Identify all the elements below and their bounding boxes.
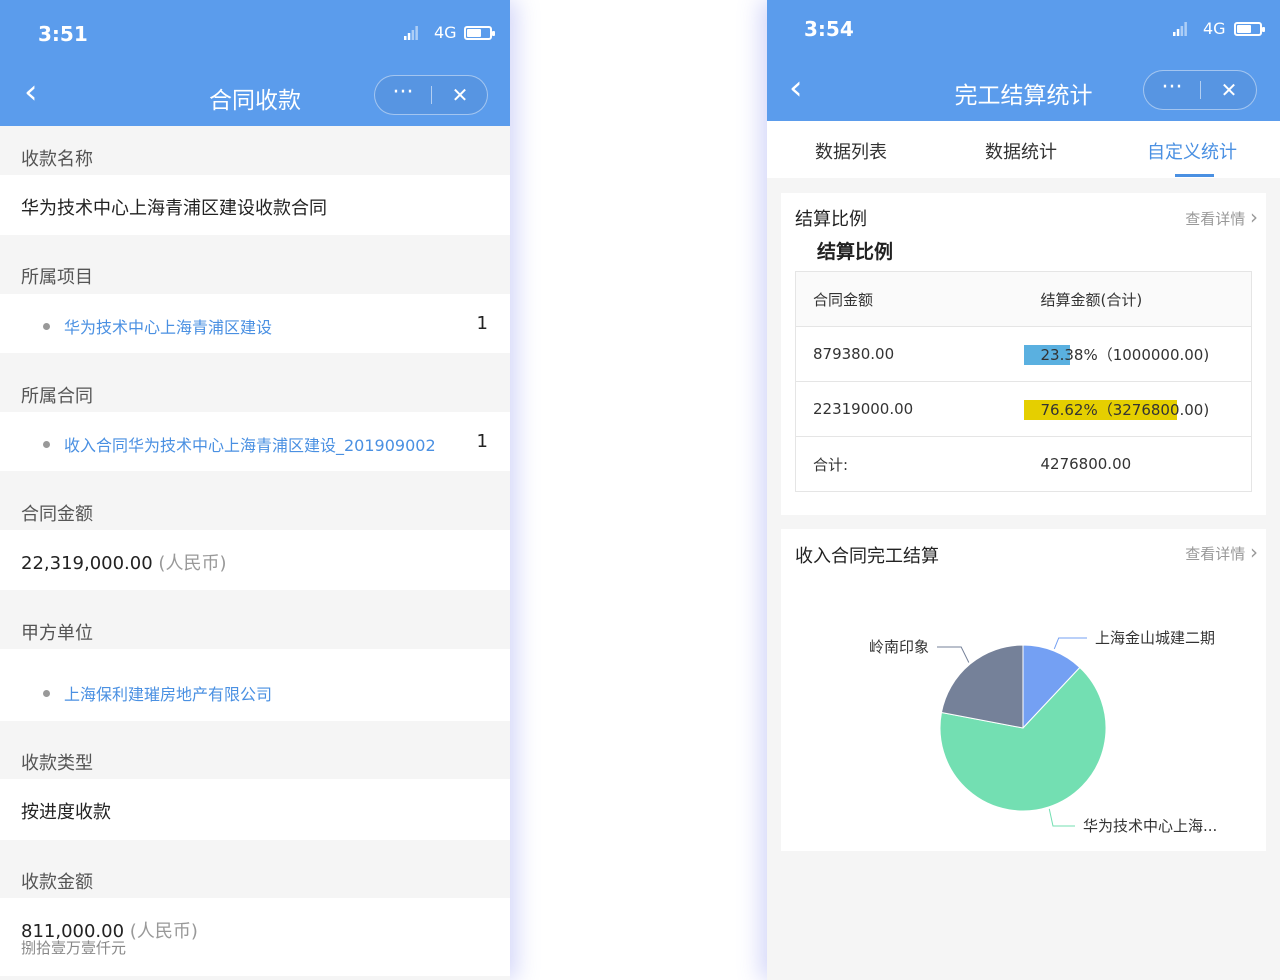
network-type: 4G — [434, 23, 457, 42]
contract-amount-value: 22,319,000.00 (人民币) — [21, 549, 226, 575]
field-label-project: 所属项目 — [21, 267, 93, 288]
total-label: 合计: — [795, 436, 1024, 492]
mini-program-capsule: ··· ✕ — [1143, 70, 1257, 110]
status-bar: 3:51 4G — [0, 0, 510, 64]
table-heading: 结算比例 — [817, 241, 894, 263]
field-label-contract: 所属合同 — [21, 386, 93, 407]
contract-amount-number: 22,319,000.00 — [21, 553, 153, 574]
contract-link-text: 收入合同华为技术中心上海青浦区建设_201909002 — [64, 436, 436, 455]
cell-settlement-ratio: 23.38%（1000000.00) — [1023, 326, 1252, 382]
pie-leader-line — [1048, 808, 1075, 827]
bullet-dot — [43, 323, 50, 330]
pie-label: 岭南印象 — [869, 638, 929, 656]
status-time: 3:51 — [38, 22, 88, 46]
income-contract-settlement-card: 收入合同完工结算 查看详情 › 上海金山城建二期 华为技术中心上海... 岭南印象 — [781, 529, 1266, 851]
field-label-party-a: 甲方单位 — [21, 623, 93, 644]
battery-icon — [1234, 22, 1265, 36]
pie-label: 华为技术中心上海... — [1083, 817, 1217, 835]
table-row: 879380.00 23.38%（1000000.00) — [795, 326, 1252, 382]
field-payment-name: 华为技术中心上海青浦区建设收款合同 — [0, 175, 510, 235]
status-time: 3:54 — [804, 17, 854, 41]
bullet-dot — [43, 441, 50, 448]
battery-icon — [464, 26, 495, 40]
view-details-link[interactable]: 查看详情 › — [1185, 205, 1258, 229]
settlement-pie-chart: 上海金山城建二期华为技术中心上海... 岭南印象 — [869, 629, 1217, 835]
field-value-payment-name: 华为技术中心上海青浦区建设收款合同 — [21, 198, 327, 219]
close-icon[interactable]: ✕ — [1201, 71, 1257, 109]
header-settlement-total: 结算金额(合计) — [1023, 271, 1252, 327]
cell-settlement-ratio: 76.62%（3276800.00) — [1023, 381, 1252, 437]
contract-count: 1 — [476, 431, 488, 452]
chevron-right-icon: › — [1250, 205, 1258, 229]
party-a-link-text: 上海保利建璀房地产有限公司 — [64, 685, 273, 704]
bullet-dot — [43, 690, 50, 697]
card-title-settlement-ratio: 结算比例 — [795, 209, 867, 230]
table-header-row: 合同金额 结算金额(合计) — [795, 271, 1252, 327]
header-contract-amount: 合同金额 — [795, 271, 1024, 327]
pie-leader-line — [1053, 637, 1087, 650]
ratio-text: 76.62%（3276800.00) — [1040, 400, 1210, 419]
field-payment-amount: 811,000.00 (人民币) 捌拾壹万壹仟元 — [0, 898, 510, 976]
mini-program-capsule: ··· ✕ — [374, 75, 488, 115]
contract-amount-unit: (人民币) — [158, 553, 227, 574]
payment-type-value: 按进度收款 — [21, 802, 111, 823]
view-details-text: 查看详情 — [1185, 210, 1246, 228]
tab-data-stats[interactable]: 数据统计 — [985, 138, 1057, 164]
signal-icon — [404, 26, 418, 40]
left-phone-screen: 3:51 4G ‹ 合同收款 ··· ✕ 收款名称 华为技术中心上海青浦区建设收… — [0, 0, 510, 980]
pie-leader-line — [937, 646, 970, 663]
field-label-payment-amount: 收款金额 — [21, 872, 93, 893]
status-bar: 3:54 4G — [767, 0, 1280, 60]
project-link[interactable]: 华为技术中心上海青浦区建设 — [43, 314, 272, 338]
nav-bar: ‹ 完工结算统计 ··· ✕ — [767, 60, 1280, 121]
project-link-text: 华为技术中心上海青浦区建设 — [64, 318, 273, 337]
total-value: 4276800.00 — [1023, 436, 1252, 492]
field-contract: 收入合同华为技术中心上海青浦区建设_201909002 1 — [0, 412, 510, 471]
ratio-text: 23.38%（1000000.00) — [1040, 345, 1210, 364]
payment-amount-unit: (人民币) — [129, 921, 198, 942]
settlement-ratio-table: 合同金额 结算金额(合计) 879380.00 23.38%（1000000.0… — [795, 271, 1252, 492]
close-icon[interactable]: ✕ — [432, 76, 488, 114]
field-project: 华为技术中心上海青浦区建设 1 — [0, 294, 510, 353]
signal-icon — [1173, 22, 1187, 36]
party-a-link[interactable]: 上海保利建璀房地产有限公司 — [43, 681, 272, 705]
table-row: 22319000.00 76.62%（3276800.00) — [795, 381, 1252, 437]
project-count: 1 — [476, 313, 488, 334]
field-label-contract-amount: 合同金额 — [21, 504, 93, 525]
tab-custom-stats[interactable]: 自定义统计 — [1147, 138, 1237, 164]
payment-amount-in-words: 捌拾壹万壹仟元 — [21, 939, 127, 957]
cell-contract-amount: 879380.00 — [795, 326, 1024, 382]
field-party-a: 上海保利建璀房地产有限公司 — [0, 649, 510, 721]
more-icon[interactable]: ··· — [375, 76, 431, 114]
contract-link[interactable]: 收入合同华为技术中心上海青浦区建设_201909002 — [43, 432, 436, 456]
tab-bar: 数据列表 数据统计 自定义统计 — [767, 121, 1280, 178]
tab-data-list[interactable]: 数据列表 — [815, 138, 887, 164]
active-tab-indicator — [1175, 174, 1214, 177]
more-icon[interactable]: ··· — [1144, 71, 1200, 109]
settlement-ratio-card: 结算比例 查看详情 › 结算比例 合同金额 结算金额(合计) 879380.00… — [781, 193, 1266, 515]
field-label-payment-type: 收款类型 — [21, 753, 93, 774]
right-phone-screen: 3:54 4G ‹ 完工结算统计 ··· ✕ 数据列表 数据统计 自定义统计 结… — [767, 0, 1280, 980]
cell-contract-amount: 22319000.00 — [795, 381, 1024, 437]
field-contract-amount: 22,319,000.00 (人民币) — [0, 530, 510, 590]
network-type: 4G — [1203, 19, 1226, 38]
pie-label: 上海金山城建二期 — [1095, 629, 1215, 647]
field-payment-type: 按进度收款 — [0, 779, 510, 840]
table-total-row: 合计: 4276800.00 — [795, 436, 1252, 492]
nav-bar: ‹ 合同收款 ··· ✕ — [0, 64, 510, 126]
field-label-payment-name: 收款名称 — [21, 149, 93, 170]
